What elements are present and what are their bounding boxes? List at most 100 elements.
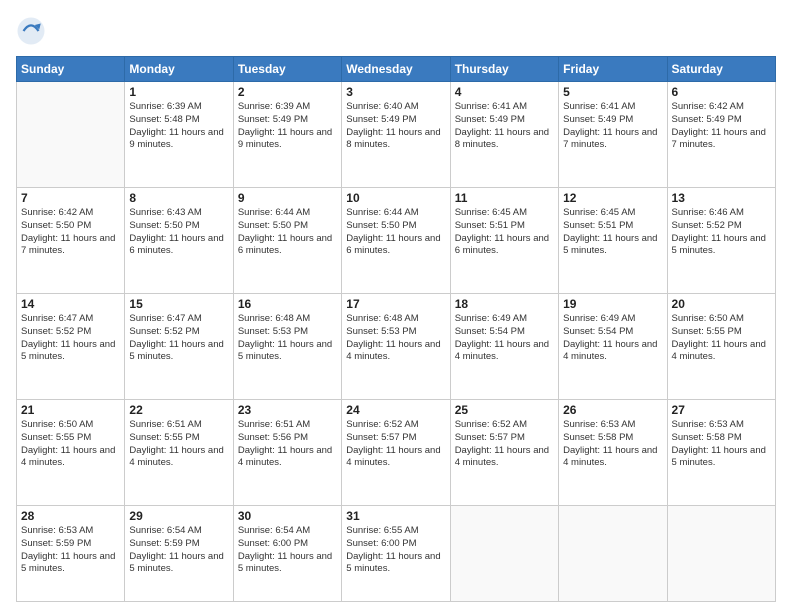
weekday-header-friday: Friday (559, 57, 667, 82)
day-info: Sunrise: 6:54 AMSunset: 6:00 PMDaylight:… (238, 525, 337, 576)
calendar-cell: 11 Sunrise: 6:45 AMSunset: 5:51 PMDayligh… (450, 188, 558, 294)
day-info: Sunrise: 6:43 AMSunset: 5:50 PMDaylight:… (129, 207, 228, 258)
day-info: Sunrise: 6:45 AMSunset: 5:51 PMDaylight:… (455, 207, 554, 258)
calendar-cell: 13 Sunrise: 6:46 AMSunset: 5:52 PMDayligh… (667, 188, 775, 294)
day-number: 7 (21, 191, 120, 205)
weekday-header-sunday: Sunday (17, 57, 125, 82)
calendar-cell: 26 Sunrise: 6:53 AMSunset: 5:58 PMDayligh… (559, 400, 667, 506)
weekday-header-tuesday: Tuesday (233, 57, 341, 82)
calendar-cell: 29 Sunrise: 6:54 AMSunset: 5:59 PMDayligh… (125, 506, 233, 602)
day-number: 29 (129, 509, 228, 523)
calendar-cell: 14 Sunrise: 6:47 AMSunset: 5:52 PMDayligh… (17, 294, 125, 400)
calendar-cell: 7 Sunrise: 6:42 AMSunset: 5:50 PMDaylight… (17, 188, 125, 294)
day-number: 6 (672, 85, 771, 99)
day-number: 23 (238, 403, 337, 417)
day-number: 30 (238, 509, 337, 523)
calendar-cell: 3 Sunrise: 6:40 AMSunset: 5:49 PMDaylight… (342, 82, 450, 188)
day-number: 2 (238, 85, 337, 99)
day-info: Sunrise: 6:46 AMSunset: 5:52 PMDaylight:… (672, 207, 771, 258)
calendar-cell (667, 506, 775, 602)
day-number: 16 (238, 297, 337, 311)
calendar-cell: 10Sunrise: 6:44 AMSunset: 5:50 PMDayligh… (342, 188, 450, 294)
day-info: Sunrise: 6:53 AMSunset: 5:58 PMDaylight:… (563, 419, 662, 470)
day-number: 8 (129, 191, 228, 205)
day-number: 31 (346, 509, 445, 523)
day-info: Sunrise: 6:55 AMSunset: 6:00 PMDaylight:… (346, 525, 445, 576)
calendar-cell: 4 Sunrise: 6:41 AMSunset: 5:49 PMDaylight… (450, 82, 558, 188)
logo (16, 16, 50, 46)
day-number: 1 (129, 85, 228, 99)
calendar-cell: 31 Sunrise: 6:55 AMSunset: 6:00 PMDayligh… (342, 506, 450, 602)
day-number: 4 (455, 85, 554, 99)
day-info: Sunrise: 6:51 AMSunset: 5:55 PMDaylight:… (129, 419, 228, 470)
day-number: 19 (563, 297, 662, 311)
day-number: 15 (129, 297, 228, 311)
day-info: Sunrise: 6:42 AMSunset: 5:49 PMDaylight:… (672, 101, 771, 152)
header (16, 16, 776, 46)
calendar-cell: 19 Sunrise: 6:49 AMSunset: 5:54 PMDayligh… (559, 294, 667, 400)
day-number: 12 (563, 191, 662, 205)
calendar-cell: 5 Sunrise: 6:41 AMSunset: 5:49 PMDaylight… (559, 82, 667, 188)
calendar-cell: 23Sunrise: 6:51 AMSunset: 5:56 PMDayligh… (233, 400, 341, 506)
day-info: Sunrise: 6:39 AMSunset: 5:49 PMDaylight:… (238, 101, 337, 152)
day-number: 20 (672, 297, 771, 311)
day-info: Sunrise: 6:53 AMSunset: 5:58 PMDaylight:… (672, 419, 771, 470)
calendar-cell: 15 Sunrise: 6:47 AMSunset: 5:52 PMDayligh… (125, 294, 233, 400)
day-number: 18 (455, 297, 554, 311)
day-number: 5 (563, 85, 662, 99)
day-number: 9 (238, 191, 337, 205)
day-info: Sunrise: 6:50 AMSunset: 5:55 PMDaylight:… (672, 313, 771, 364)
weekday-header-saturday: Saturday (667, 57, 775, 82)
day-number: 14 (21, 297, 120, 311)
day-number: 24 (346, 403, 445, 417)
calendar-cell: 17Sunrise: 6:48 AMSunset: 5:53 PMDayligh… (342, 294, 450, 400)
calendar-cell: 18 Sunrise: 6:49 AMSunset: 5:54 PMDayligh… (450, 294, 558, 400)
weekday-header-monday: Monday (125, 57, 233, 82)
day-info: Sunrise: 6:49 AMSunset: 5:54 PMDaylight:… (563, 313, 662, 364)
day-number: 11 (455, 191, 554, 205)
day-info: Sunrise: 6:53 AMSunset: 5:59 PMDaylight:… (21, 525, 120, 576)
day-info: Sunrise: 6:42 AMSunset: 5:50 PMDaylight:… (21, 207, 120, 258)
calendar-cell: 22 Sunrise: 6:51 AMSunset: 5:55 PMDayligh… (125, 400, 233, 506)
day-info: Sunrise: 6:52 AMSunset: 5:57 PMDaylight:… (346, 419, 445, 470)
calendar-cell: 6 Sunrise: 6:42 AMSunset: 5:49 PMDaylight… (667, 82, 775, 188)
logo-icon (16, 16, 46, 46)
day-number: 3 (346, 85, 445, 99)
calendar-cell (17, 82, 125, 188)
day-number: 22 (129, 403, 228, 417)
day-number: 26 (563, 403, 662, 417)
weekday-header-thursday: Thursday (450, 57, 558, 82)
day-number: 21 (21, 403, 120, 417)
calendar-cell: 12 Sunrise: 6:45 AMSunset: 5:51 PMDayligh… (559, 188, 667, 294)
calendar-cell: 2 Sunrise: 6:39 AMSunset: 5:49 PMDaylight… (233, 82, 341, 188)
day-number: 17 (346, 297, 445, 311)
calendar-cell (450, 506, 558, 602)
day-info: Sunrise: 6:47 AMSunset: 5:52 PMDaylight:… (21, 313, 120, 364)
day-info: Sunrise: 6:45 AMSunset: 5:51 PMDaylight:… (563, 207, 662, 258)
calendar-cell (559, 506, 667, 602)
day-info: Sunrise: 6:44 AMSunset: 5:50 PMDaylight:… (238, 207, 337, 258)
weekday-header-wednesday: Wednesday (342, 57, 450, 82)
calendar-cell: 8 Sunrise: 6:43 AMSunset: 5:50 PMDaylight… (125, 188, 233, 294)
page: SundayMondayTuesdayWednesdayThursdayFrid… (0, 0, 792, 612)
day-info: Sunrise: 6:41 AMSunset: 5:49 PMDaylight:… (563, 101, 662, 152)
day-info: Sunrise: 6:54 AMSunset: 5:59 PMDaylight:… (129, 525, 228, 576)
calendar-cell: 1 Sunrise: 6:39 AMSunset: 5:48 PMDaylight… (125, 82, 233, 188)
calendar-cell: 24 Sunrise: 6:52 AMSunset: 5:57 PMDayligh… (342, 400, 450, 506)
day-info: Sunrise: 6:39 AMSunset: 5:48 PMDaylight:… (129, 101, 228, 152)
day-info: Sunrise: 6:50 AMSunset: 5:55 PMDaylight:… (21, 419, 120, 470)
day-number: 10 (346, 191, 445, 205)
day-info: Sunrise: 6:48 AMSunset: 5:53 PMDaylight:… (238, 313, 337, 364)
day-number: 27 (672, 403, 771, 417)
calendar-table: SundayMondayTuesdayWednesdayThursdayFrid… (16, 56, 776, 602)
calendar-cell: 16 Sunrise: 6:48 AMSunset: 5:53 PMDayligh… (233, 294, 341, 400)
day-info: Sunrise: 6:41 AMSunset: 5:49 PMDaylight:… (455, 101, 554, 152)
calendar-cell: 20 Sunrise: 6:50 AMSunset: 5:55 PMDayligh… (667, 294, 775, 400)
day-info: Sunrise: 6:40 AMSunset: 5:49 PMDaylight:… (346, 101, 445, 152)
calendar-cell: 27 Sunrise: 6:53 AMSunset: 5:58 PMDayligh… (667, 400, 775, 506)
day-number: 25 (455, 403, 554, 417)
day-info: Sunrise: 6:49 AMSunset: 5:54 PMDaylight:… (455, 313, 554, 364)
day-number: 13 (672, 191, 771, 205)
day-number: 28 (21, 509, 120, 523)
day-info: Sunrise: 6:47 AMSunset: 5:52 PMDaylight:… (129, 313, 228, 364)
